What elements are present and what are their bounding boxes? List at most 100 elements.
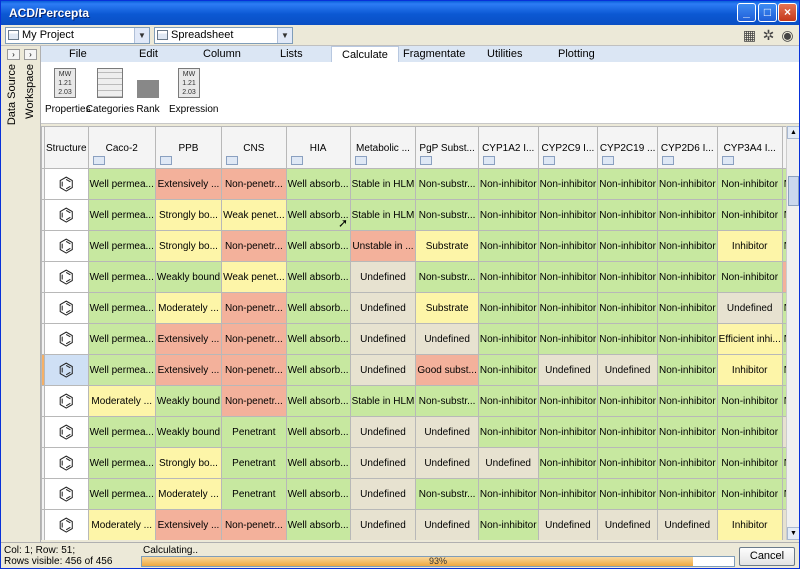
histogram-icon[interactable]	[92, 156, 105, 165]
table-cell[interactable]: Non-inhibitor	[537, 447, 599, 479]
table-cell[interactable]: Weakly bound	[154, 416, 223, 448]
table-cell[interactable]: Non-inhibitor	[656, 199, 718, 231]
table-cell[interactable]: Stable in HLM	[349, 385, 417, 417]
histogram-icon[interactable]	[354, 156, 367, 165]
histogram-icon[interactable]	[226, 156, 239, 165]
table-cell[interactable]: Undefined	[349, 478, 417, 510]
table-row[interactable]: ⌬ Moderately ... Extensively ... Non-penetr…	[41, 509, 786, 540]
column-header[interactable]: CYP1A2 I...	[477, 126, 539, 169]
table-cell[interactable]: Non-penetr...	[221, 168, 287, 200]
table-cell[interactable]: Undefined	[349, 509, 417, 540]
table-cell[interactable]: Non-inhibitor	[597, 261, 658, 293]
table-cell[interactable]: Non-inhibitor	[597, 478, 658, 510]
histogram-icon[interactable]	[420, 156, 433, 165]
table-cell[interactable]: Non-inhibitor	[656, 230, 718, 262]
table-cell[interactable]: Undefined	[597, 509, 658, 540]
table-cell[interactable]: Non-inhibitor	[656, 292, 718, 324]
table-cell[interactable]: Well permea...	[87, 323, 156, 355]
column-header[interactable]: Metabolic ...	[349, 126, 417, 169]
table-cell[interactable]: Undefined	[477, 447, 539, 479]
table-cell[interactable]: Good subst...	[415, 354, 479, 386]
table-cell[interactable]: Undefined	[349, 292, 417, 324]
menu-utilities[interactable]: Utilities	[487, 48, 522, 60]
table-cell[interactable]: Undefined	[349, 447, 417, 479]
table-cell[interactable]: Non-inhibitor	[477, 478, 539, 510]
table-cell[interactable]: Non-inhibitor	[537, 261, 599, 293]
table-cell[interactable]: Non-inhibitor	[477, 323, 539, 355]
molecule-structure-icon[interactable]: ⌬	[44, 416, 89, 448]
column-header[interactable]: PgP Subst...	[415, 126, 479, 169]
table-row[interactable]: ⌬ Well permea... Extensively ... Non-penetr…	[41, 168, 786, 200]
table-cell[interactable]: Well absorb...	[285, 509, 351, 540]
table-cell[interactable]: Non-inhibitor	[537, 385, 599, 417]
menu-file[interactable]: File	[69, 48, 87, 60]
table-cell[interactable]: Penetrant	[221, 416, 287, 448]
view-select[interactable]: Spreadsheet ▼	[154, 27, 293, 44]
molecule-structure-icon[interactable]: ⌬	[44, 354, 89, 386]
table-cell[interactable]: Non-inhibitor	[477, 168, 539, 200]
expand-icon[interactable]: ›	[7, 49, 20, 60]
table-cell[interactable]: Well permea...	[87, 447, 156, 479]
table-cell[interactable]: Non-inhibitor	[656, 168, 718, 200]
table-cell[interactable]: Penetrant	[221, 447, 287, 479]
table-cell[interactable]: Non-inhibitor	[597, 168, 658, 200]
table-cell[interactable]: Substrate	[415, 292, 479, 324]
table-cell[interactable]: Stable in HLM	[349, 199, 417, 231]
table-row[interactable]: ⌬ Well permea... Extensively ... Non-penetr…	[41, 323, 786, 355]
table-cell[interactable]: Well permea...	[87, 416, 156, 448]
table-cell[interactable]: Non-inhibitor	[656, 323, 718, 355]
table-cell[interactable]: Non-substr...	[415, 261, 479, 293]
table-cell[interactable]: Non-inhibitor	[537, 292, 599, 324]
table-cell[interactable]: Extensively ...	[154, 354, 223, 386]
table-cell[interactable]: Non-inhibitor	[656, 385, 718, 417]
table-cell[interactable]: Weakly bound	[154, 261, 223, 293]
scroll-up-icon[interactable]: ▲	[787, 126, 799, 139]
histogram-icon[interactable]	[542, 156, 555, 165]
column-header[interactable]: CYP3A4 I...	[716, 126, 783, 169]
table-cell[interactable]: Well permea...	[87, 230, 156, 262]
table-cell[interactable]: Well permea...	[87, 261, 156, 293]
menu-fragmentate[interactable]: Fragmentate	[403, 48, 465, 60]
table-cell[interactable]: Efficient inhi...	[716, 323, 783, 355]
table-cell[interactable]: Well permea...	[87, 199, 156, 231]
molecule-structure-icon[interactable]: ⌬	[44, 168, 89, 200]
histogram-icon[interactable]	[721, 156, 734, 165]
table-cell[interactable]: Non-inhibitor	[597, 385, 658, 417]
table-cell[interactable]: Well absorb...	[285, 385, 351, 417]
table-cell[interactable]: Penetrant	[221, 478, 287, 510]
table-row[interactable]: ⌬ Well permea... Strongly bo... Weak penet.…	[41, 199, 786, 231]
table-cell[interactable]: Extensively ...	[154, 168, 223, 200]
molecule-structure-icon[interactable]: ⌬	[44, 447, 89, 479]
table-cell[interactable]: Moderately ...	[154, 478, 223, 510]
table-cell[interactable]: Well absorb...	[285, 292, 351, 324]
table-cell[interactable]: Non-inhibitor	[597, 447, 658, 479]
table-cell[interactable]: Undefined	[415, 323, 479, 355]
table-row[interactable]: ⌬ Well permea... Moderately ... Non-penetr.…	[41, 292, 786, 324]
rank-button[interactable]: Rank	[133, 68, 163, 115]
column-header[interactable]: HIA	[285, 126, 351, 169]
help-icon[interactable]: ◉	[780, 28, 795, 43]
table-cell[interactable]: Undefined	[597, 354, 658, 386]
table-cell[interactable]: Moderately ...	[87, 509, 156, 540]
tab-workspace[interactable]: Workspace	[24, 64, 39, 119]
table-cell[interactable]: Non-inhibitor	[716, 261, 783, 293]
table-cell[interactable]: Non-substr...	[415, 199, 479, 231]
table-cell[interactable]: Non-inhibitor	[597, 323, 658, 355]
table-row[interactable]: ⌬ Well permea... Extensively ... Non-penetr…	[41, 354, 786, 386]
table-cell[interactable]: Strongly bo...	[154, 447, 223, 479]
table-row[interactable]: ⌬ Well permea... Weakly bound Penetrant Well…	[41, 416, 786, 448]
table-cell[interactable]: Non-substr...	[415, 478, 479, 510]
properties-button[interactable]: MW 1.21 2.03 Properties	[45, 68, 91, 115]
maximize-button[interactable]: □	[758, 3, 777, 22]
column-header[interactable]: CNS	[221, 126, 287, 169]
table-cell[interactable]: Well absorb...	[285, 447, 351, 479]
menu-lists[interactable]: Lists	[280, 48, 303, 60]
scroll-down-icon[interactable]: ▼	[787, 527, 799, 540]
table-cell[interactable]: Non-inhibitor	[656, 261, 718, 293]
molecule-structure-icon[interactable]: ⌬	[44, 261, 89, 293]
table-cell[interactable]: Non-inhibitor	[477, 509, 539, 540]
table-cell[interactable]: Non-penetr...	[221, 354, 287, 386]
expression-button[interactable]: MW 1.21 2.03 Expression	[169, 68, 218, 115]
table-cell[interactable]: Well absorb...	[285, 168, 351, 200]
cancel-button[interactable]: Cancel	[739, 547, 795, 566]
